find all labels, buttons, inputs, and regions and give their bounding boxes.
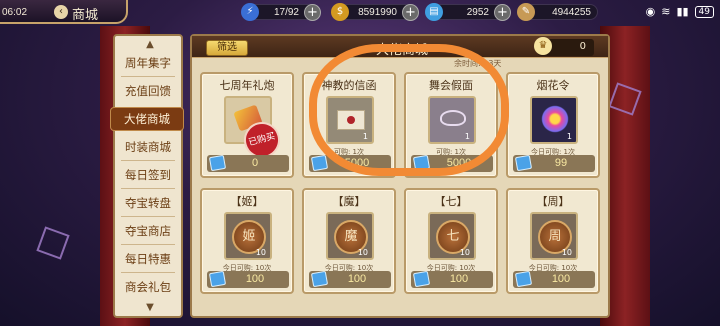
system-status: ◉ ≋ ▮▮ 49	[646, 5, 714, 18]
divider	[121, 188, 175, 189]
back-arrow-icon[interactable]: ‹	[54, 5, 68, 19]
item-slot: 1	[530, 96, 578, 144]
annotation-highlight	[309, 44, 509, 176]
ticket-icon	[208, 270, 227, 288]
price-value: 100	[245, 273, 265, 285]
sidebar-item-boss-shop[interactable]: 大佬商城	[111, 108, 183, 130]
item-quantity: 10	[255, 248, 266, 257]
shop-sidebar: ▲ 周年集字 充值回馈 大佬商城 时装商城 每日签到 夺宝转盘 夺宝商店 每日特…	[111, 34, 183, 318]
item-slot: 姬 10	[224, 212, 272, 260]
top-bar: 06:02 ‹ 商城 ⚡ 17/92 + $ 8591990 + ▤ 2952 …	[0, 0, 720, 26]
price-tag: 100	[207, 270, 289, 288]
fireworks-icon	[538, 104, 572, 134]
add-gold-button[interactable]: +	[402, 4, 419, 21]
item-name: 七周年礼炮	[219, 79, 275, 92]
eye-icon: ◉	[645, 5, 656, 18]
divider	[121, 272, 175, 273]
price-tag: 99	[513, 154, 595, 172]
scroll-down-icon[interactable]: ▼	[143, 303, 157, 313]
resource-stamina: ⚡ 17/92 +	[241, 3, 321, 21]
sidebar-item-recharge[interactable]: 充值回馈	[118, 80, 178, 102]
sidebar-item-treasure-wheel[interactable]: 夺宝转盘	[118, 192, 178, 214]
item-quantity: 10	[357, 248, 368, 257]
sidebar-item-fashion[interactable]: 时装商城	[118, 136, 178, 158]
price-tag: 100	[513, 270, 595, 288]
scroll-up-icon[interactable]: ▲	[143, 40, 157, 50]
ticket-icon	[514, 154, 533, 172]
lightning-icon: ⚡	[241, 3, 259, 21]
token-value: 0	[579, 41, 586, 52]
gold-coin-icon: $	[331, 3, 349, 21]
ticket-value: 2952	[466, 7, 489, 18]
add-ticket-button[interactable]: +	[494, 4, 511, 21]
shop-item-card[interactable]: 【七】 七 10 今日可购: 10次 100	[404, 188, 498, 294]
clock: 06:02	[2, 7, 28, 18]
shop-token-counter: ♛ 0	[534, 37, 594, 56]
ticket-icon: ▤	[425, 3, 443, 21]
item-name: 【周】	[536, 195, 570, 208]
item-name: 【姬】	[230, 195, 264, 208]
sidebar-item-guild-pack[interactable]: 商会礼包	[118, 276, 178, 298]
price-value: 99	[554, 157, 568, 169]
item-name: 【魔】	[332, 195, 366, 208]
page-title: 商城	[72, 8, 99, 23]
item-name: 【七】	[434, 195, 468, 208]
price-value: 100	[551, 273, 571, 285]
resource-feather: ✎ 4944255	[517, 3, 598, 21]
stamina-value: 17/92	[273, 7, 299, 18]
add-stamina-button[interactable]: +	[304, 4, 321, 21]
item-slot: 魔 10	[326, 212, 374, 260]
shop-item-card[interactable]: 烟花令 1 今日可购: 1次 99	[506, 72, 600, 178]
shop-item-card[interactable]: 【周】 周 10 今日可购: 10次 100	[506, 188, 600, 294]
price-tag: 100	[309, 270, 391, 288]
divider	[121, 160, 175, 161]
sidebar-item-anniversary[interactable]: 周年集字	[118, 52, 178, 74]
item-slot: 周 10	[530, 212, 578, 260]
price-tag: 0	[207, 154, 289, 172]
feather-value: 4944255	[552, 7, 591, 18]
item-quantity: 1	[566, 132, 572, 141]
price-value: 100	[347, 273, 367, 285]
divider	[121, 76, 175, 77]
resource-ticket: ▤ 2952 +	[425, 3, 511, 21]
divider	[121, 216, 175, 217]
battery-indicator: 49	[694, 5, 714, 18]
signal-icon: ▮▮	[676, 5, 689, 18]
divider	[121, 244, 175, 245]
ticket-icon	[208, 154, 227, 172]
ticket-icon	[310, 270, 329, 288]
ticket-icon	[412, 270, 431, 288]
ticket-icon	[514, 270, 533, 288]
price-tag: 100	[411, 270, 493, 288]
sidebar-item-treasure-shop[interactable]: 夺宝商店	[118, 220, 178, 242]
shop-item-card[interactable]: 七周年礼炮 已购买 0	[200, 72, 294, 178]
item-slot: 七 10	[428, 212, 476, 260]
ticket-icon	[310, 154, 329, 172]
sidebar-item-daily-signin[interactable]: 每日签到	[118, 164, 178, 186]
feather-icon: ✎	[517, 3, 535, 21]
wifi-icon: ≋	[661, 5, 671, 18]
item-quantity: 10	[561, 248, 572, 257]
resource-gold: $ 8591990 +	[331, 3, 419, 21]
shop-item-card[interactable]: 【姬】 姬 10 今日可购: 10次 100	[200, 188, 294, 294]
item-quantity: 10	[459, 248, 470, 257]
sidebar-item-daily-deals[interactable]: 每日特惠	[118, 248, 178, 270]
price-value: 100	[449, 273, 469, 285]
item-name: 烟花令	[536, 79, 570, 92]
shop-item-card[interactable]: 【魔】 魔 10 今日可购: 10次 100	[302, 188, 396, 294]
gold-value: 8591990	[358, 7, 397, 18]
lantern-decor-icon	[36, 226, 70, 260]
crown-icon: ♛	[534, 37, 552, 55]
price-value: 0	[251, 157, 259, 169]
filter-button[interactable]: 筛选	[206, 40, 248, 56]
